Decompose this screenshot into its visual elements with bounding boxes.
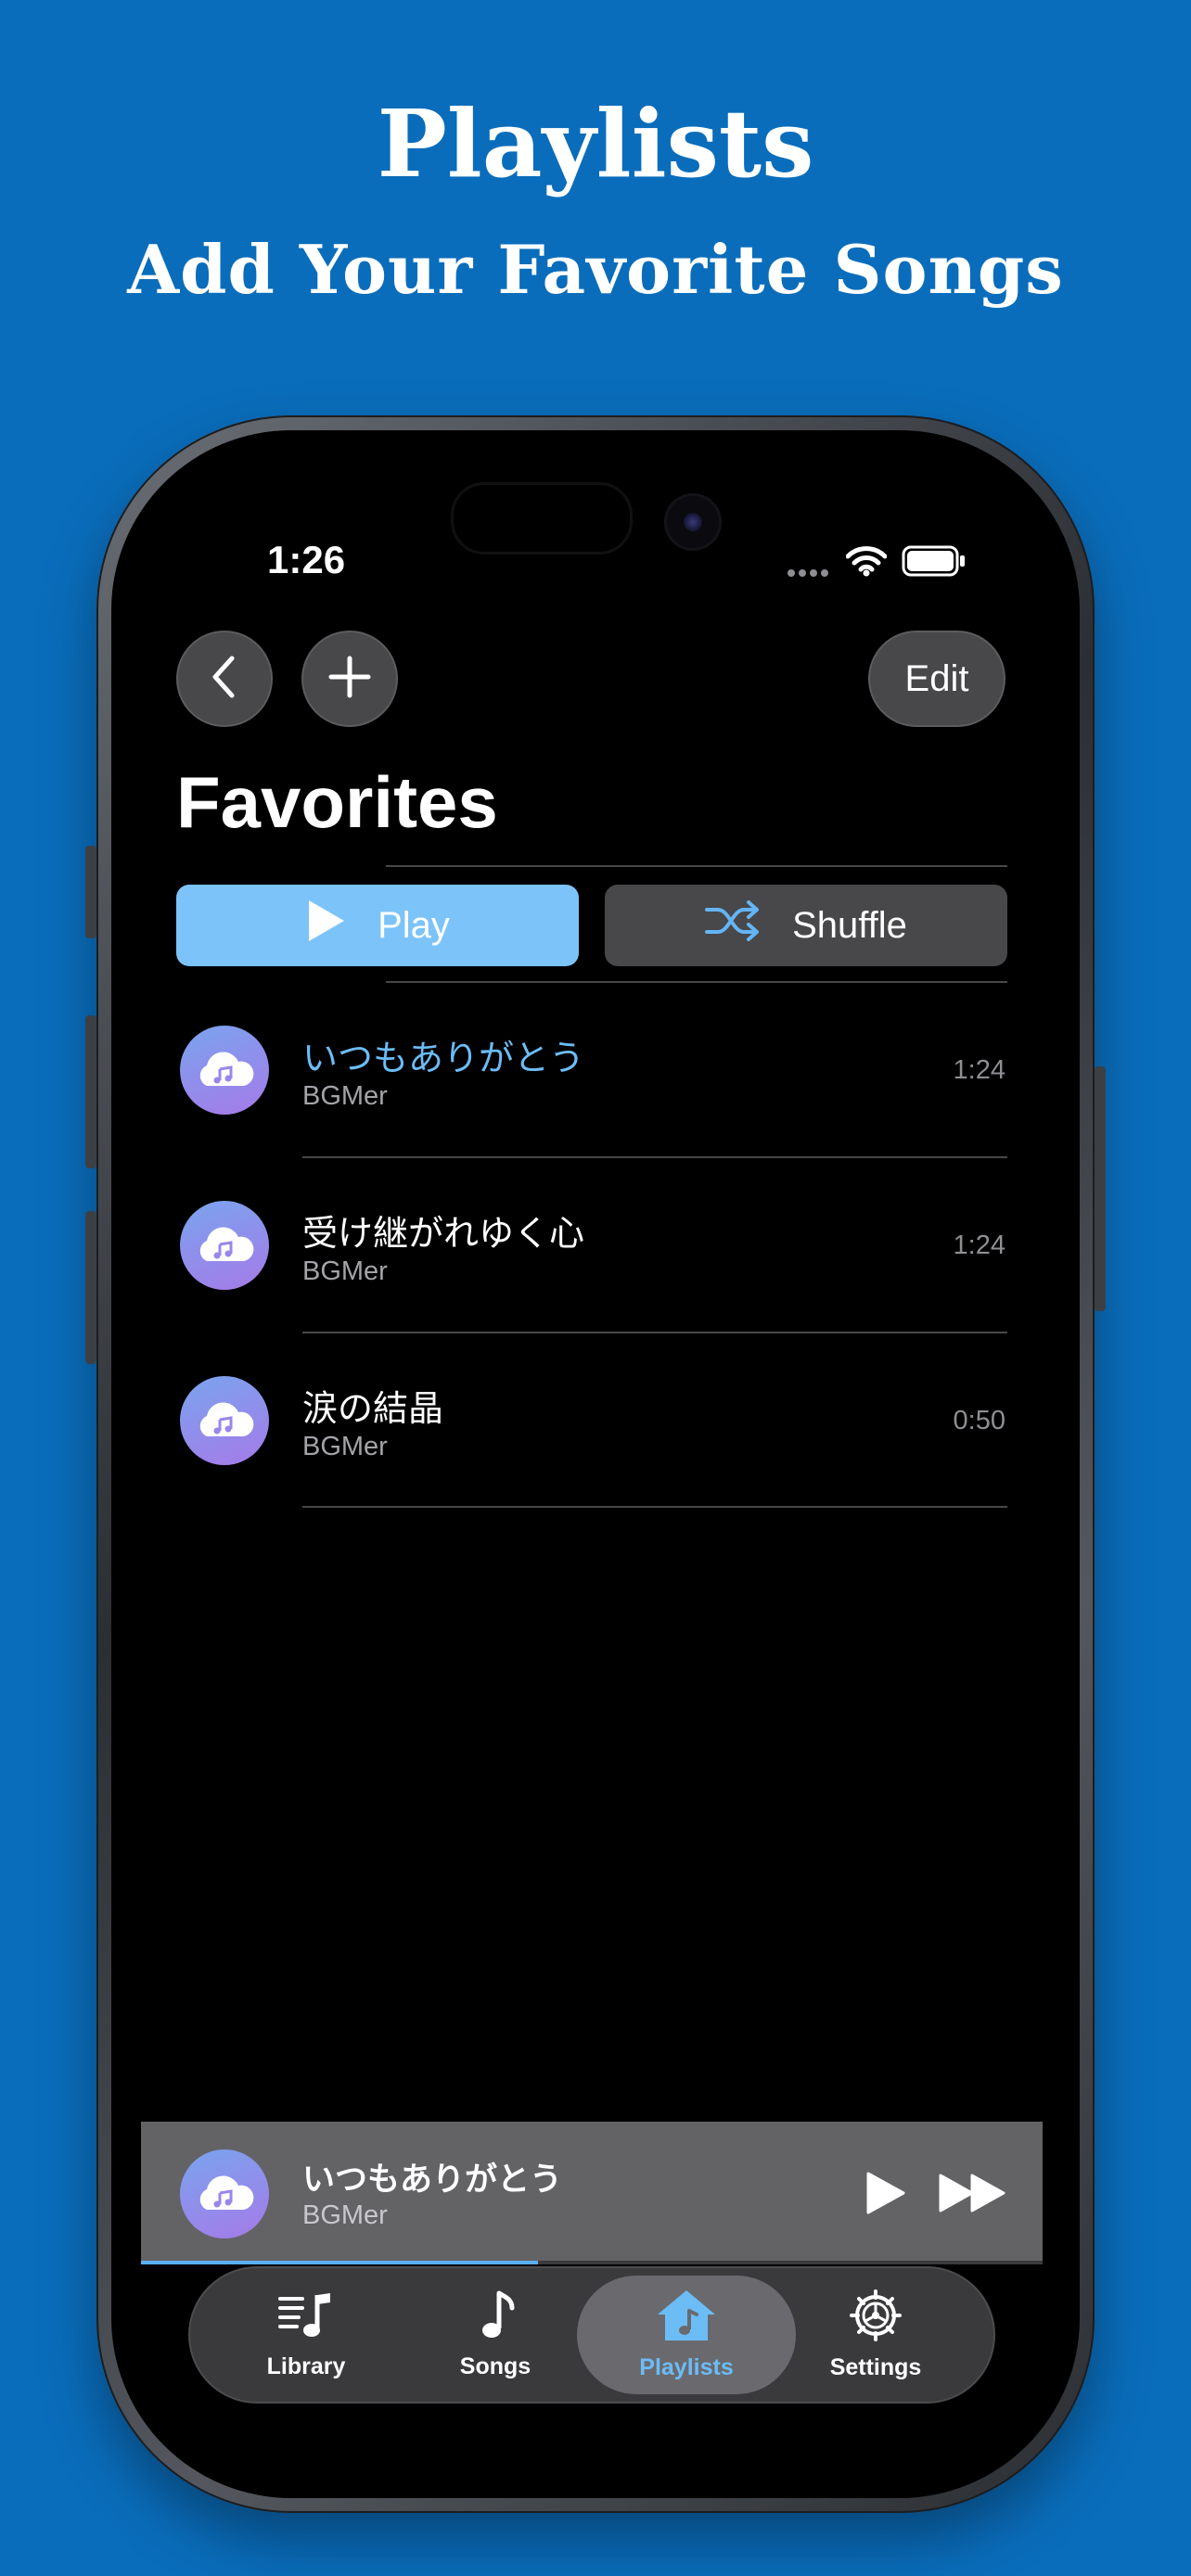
divider [386, 865, 1007, 867]
song-title: 受け継がれゆく心 [302, 1215, 585, 1254]
play-label: Play [378, 904, 450, 946]
song-row[interactable] [176, 1336, 1007, 1507]
phone-side-button [85, 846, 96, 938]
edit-button[interactable]: Edit [868, 631, 1005, 727]
status-time: 1:26 [267, 538, 346, 581]
phone-volume-down [85, 1211, 96, 1364]
mini-player[interactable] [141, 2122, 1043, 2264]
row-divider [302, 1156, 1007, 1158]
promo-subtitle: Add Your Favorite Songs [127, 230, 1064, 309]
song-row[interactable] [176, 1011, 1007, 1159]
cellular-dots-icon [787, 566, 829, 582]
add-button[interactable] [301, 631, 398, 727]
song-title: いつもありがとう [302, 1039, 585, 1078]
battery-icon [902, 545, 967, 581]
cloud-music-icon [180, 2149, 269, 2238]
library-music-icon [276, 2289, 336, 2348]
cloud-music-icon [180, 1376, 269, 1465]
chevron-left-icon [206, 653, 243, 706]
mini-play-button[interactable] [863, 2170, 907, 2221]
mini-forward-button[interactable] [937, 2172, 1007, 2219]
front-camera [664, 493, 722, 551]
song-row[interactable] [176, 1161, 1007, 1332]
phone-volume-up [85, 1015, 96, 1168]
tab-playlists[interactable]: Playlists [577, 2276, 796, 2394]
tab-songs[interactable]: Songs [386, 2276, 605, 2394]
plus-icon [327, 655, 372, 704]
tab-library[interactable]: Library [197, 2276, 416, 2394]
play-button[interactable]: Play [176, 885, 579, 966]
row-divider [302, 1506, 1007, 1508]
play-icon [305, 899, 346, 952]
song-duration: 1:24 [953, 1055, 1005, 1085]
shuffle-label: Shuffle [792, 904, 907, 946]
wifi-icon [845, 545, 888, 581]
home-music-icon [656, 2289, 717, 2349]
song-artist: BGMer [302, 1081, 388, 1111]
fast-forward-icon [937, 2174, 1007, 2218]
page-title: Favorites [176, 761, 498, 843]
gear-icon [849, 2289, 903, 2349]
shuffle-icon [705, 899, 761, 952]
cloud-music-icon [180, 1201, 269, 1290]
tab-label: Library [266, 2353, 346, 2379]
shuffle-button[interactable]: Shuffle [605, 885, 1007, 966]
play-icon [863, 2172, 907, 2220]
now-playing-artist: BGMer [302, 2200, 388, 2230]
playback-progress[interactable] [141, 2261, 1043, 2264]
now-playing-title: いつもありがとう [302, 2162, 563, 2198]
dynamic-island [451, 482, 633, 555]
song-duration: 1:24 [953, 1231, 1005, 1260]
divider [386, 981, 1007, 983]
tab-settings[interactable]: Settings [766, 2276, 985, 2394]
song-title: 涙の結晶 [302, 1390, 444, 1429]
song-duration: 0:50 [953, 1406, 1005, 1435]
song-artist: BGMer [302, 1432, 388, 1461]
back-button[interactable] [176, 631, 273, 727]
tab-label: Songs [459, 2353, 531, 2379]
tab-label: Playlists [639, 2354, 734, 2380]
song-artist: BGMer [302, 1256, 388, 1286]
music-note-icon [473, 2289, 518, 2348]
row-divider [302, 1332, 1007, 1333]
phone-power-button [1095, 1066, 1106, 1311]
playback-progress-fill [141, 2261, 538, 2264]
cloud-music-icon [180, 1026, 269, 1115]
tab-label: Settings [829, 2354, 922, 2380]
promo-title: Playlists [377, 89, 814, 198]
